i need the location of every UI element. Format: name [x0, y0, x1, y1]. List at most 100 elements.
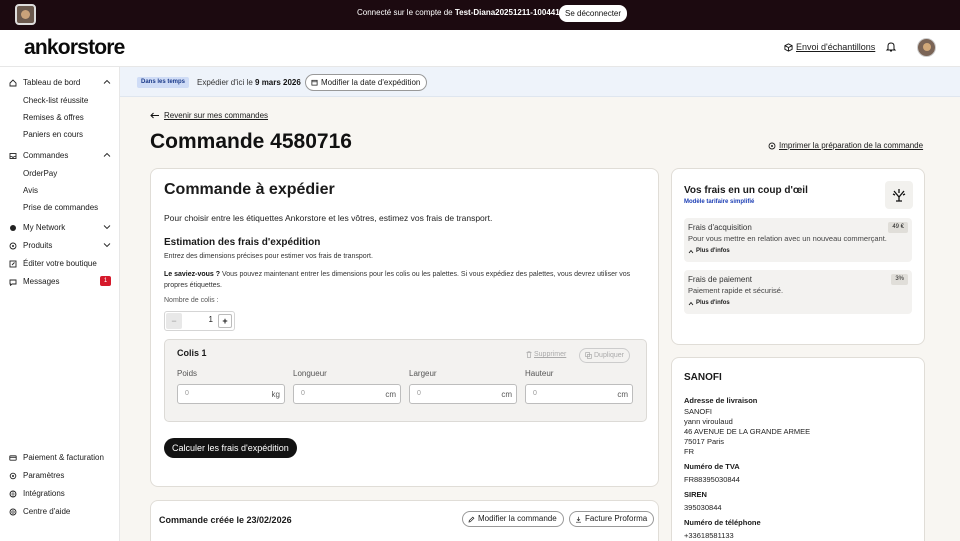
logo[interactable]: ankorstore [24, 36, 125, 60]
parcel-count-stepper: − 1 + [164, 311, 235, 331]
shipping-banner: Dans les temps Expédier d'ici le 9 mars … [120, 67, 960, 97]
fee-description: Paiement rapide et sécurisé. [688, 286, 784, 295]
fee-value: 3% [891, 274, 908, 285]
length-label: Longueur [293, 369, 327, 378]
pricing-model-link[interactable]: Modèle tarifaire simplifié [684, 199, 754, 205]
samples-label: Envoi d'échantillons [796, 42, 876, 52]
sidebar-item-help[interactable]: Centre d'aide [9, 507, 111, 516]
edit-ship-date-button[interactable]: Modifier la date d'expédition [305, 74, 428, 91]
sidebar-item-network[interactable]: My Network [9, 223, 111, 232]
trash-icon [526, 351, 532, 358]
order-created-date: Commande créée le 23/02/2026 [159, 515, 292, 525]
parcel-count-value[interactable]: 1 [185, 315, 213, 324]
sidebar-item-billing[interactable]: Paiement & facturation [9, 453, 111, 462]
sidebar: Tableau de bord Check-list réussite Remi… [0, 67, 120, 541]
proforma-invoice-button[interactable]: Facture Proforma [569, 511, 655, 527]
help-icon [9, 508, 17, 515]
samples-link[interactable]: Envoi d'échantillons [784, 42, 875, 52]
delete-parcel-button[interactable]: Supprimer [526, 351, 566, 358]
shipping-intro: Pour choisir entre les étiquettes Ankors… [164, 213, 493, 223]
decrement-button[interactable]: − [166, 313, 182, 329]
sidebar-item-label: Paramètres [23, 471, 65, 480]
account-avatar [15, 4, 36, 25]
length-placeholder: 0 [301, 390, 305, 397]
parcel-count-label: Nombre de colis : [164, 297, 219, 304]
tag-icon [9, 242, 17, 249]
sidebar-item-edit-shop[interactable]: Éditer votre boutique [9, 259, 111, 268]
main-content: Dans les temps Expédier d'ici le 9 mars … [120, 67, 960, 541]
duplicate-parcel-label: Dupliquer [594, 352, 624, 359]
width-field[interactable]: 0 cm [409, 384, 517, 404]
home-icon [9, 78, 17, 86]
calculate-shipping-button[interactable]: Calculer les frais d'expédition [164, 438, 297, 458]
fee-more-label: Plus d'infos [696, 248, 730, 254]
logout-button[interactable]: Se déconnecter [559, 5, 628, 22]
inbox-icon [9, 152, 17, 159]
sidebar-item-label: Paiement & facturation [23, 453, 104, 462]
back-link-label: Revenir sur mes commandes [164, 111, 269, 120]
print-link[interactable]: Imprimer la préparation de la commande [768, 141, 923, 150]
gear-icon [9, 472, 17, 479]
chevron-up-icon [103, 152, 111, 157]
weight-unit: kg [271, 390, 280, 399]
edit-ship-date-label: Modifier la date d'expédition [321, 78, 421, 87]
chat-icon [9, 279, 17, 286]
weight-field[interactable]: 0 kg [177, 384, 285, 404]
account-name: Test-Diana20251211-100441 [454, 8, 560, 17]
fees-card: Vos frais en un coup d'œil Modèle tarifa… [671, 168, 925, 345]
estimate-description: Entrez des dimensions précises pour esti… [164, 253, 373, 260]
siren-value: 395030844 [684, 503, 722, 512]
width-label: Largeur [409, 369, 437, 378]
connected-prefix: Connecté sur le compte de [357, 8, 453, 17]
sidebar-item-label: Éditer votre boutique [23, 259, 97, 268]
sidebar-item-settings[interactable]: Paramètres [9, 471, 111, 480]
weight-placeholder: 0 [185, 390, 189, 397]
phone-label: Numéro de téléphone [684, 518, 761, 527]
pencil-icon [468, 516, 475, 522]
sidebar-item-orderpay[interactable]: OrderPay [23, 169, 57, 178]
sidebar-item-carts[interactable]: Paniers en cours [23, 130, 83, 139]
duplicate-parcel-button[interactable]: Dupliquer [579, 348, 630, 363]
sidebar-item-dashboard[interactable]: Tableau de bord [9, 78, 111, 87]
arrow-left-icon [150, 112, 159, 119]
weight-label: Poids [177, 369, 198, 378]
user-avatar[interactable] [917, 38, 936, 57]
height-label: Hauteur [525, 369, 554, 378]
plug-icon [9, 490, 17, 497]
height-placeholder: 0 [533, 390, 537, 397]
back-link[interactable]: Revenir sur mes commandes [150, 111, 268, 120]
fee-acquisition: Frais d'acquisition Pour vous mettre en … [684, 218, 912, 262]
calendar-icon [311, 79, 318, 86]
sidebar-item-integrations[interactable]: Intégrations [9, 489, 111, 498]
length-field[interactable]: 0 cm [293, 384, 401, 404]
delete-parcel-label: Supprimer [534, 351, 567, 358]
order-info-card: Commande créée le 23/02/2026 Modifier la… [150, 500, 659, 541]
sidebar-item-products[interactable]: Produits [9, 241, 111, 250]
length-unit: cm [385, 390, 396, 399]
fee-more-link[interactable]: Plus d'infos [688, 300, 730, 306]
width-unit: cm [501, 390, 512, 399]
client-card: SANOFI Adresse de livraison SANOFI yann … [671, 357, 925, 541]
parcel-title: Colis 1 [177, 348, 207, 358]
page-title: Commande 4580716 [150, 130, 352, 153]
parcel-form: Colis 1 Supprimer Dupliquer Poids Longue… [164, 339, 647, 422]
increment-button[interactable]: + [218, 314, 232, 328]
edit-icon [9, 260, 17, 267]
fee-title: Frais de paiement [688, 275, 753, 284]
siren-label: SIREN [684, 490, 707, 499]
sidebar-item-checklist[interactable]: Check-list réussite [23, 96, 88, 105]
fee-more-link[interactable]: Plus d'infos [688, 248, 730, 254]
sidebar-item-order-taking[interactable]: Prise de commandes [23, 203, 98, 212]
chevron-up-icon [103, 79, 111, 84]
sidebar-item-orders[interactable]: Commandes [9, 151, 111, 160]
header: ankorstore Envoi d'échantillons [0, 30, 960, 67]
sidebar-item-messages[interactable]: Messages 1 [9, 276, 111, 286]
edit-order-button[interactable]: Modifier la commande [462, 511, 564, 527]
sidebar-item-discounts[interactable]: Remises & offres [23, 113, 84, 122]
bell-icon[interactable] [885, 41, 897, 53]
sidebar-item-reviews[interactable]: Avis [23, 186, 38, 195]
tip-body: Vous pouvez maintenant entrer les dimens… [164, 271, 631, 289]
fee-payment: Frais de paiement Paiement rapide et séc… [684, 270, 912, 314]
height-field[interactable]: 0 cm [525, 384, 633, 404]
chevron-up-icon [688, 301, 694, 305]
